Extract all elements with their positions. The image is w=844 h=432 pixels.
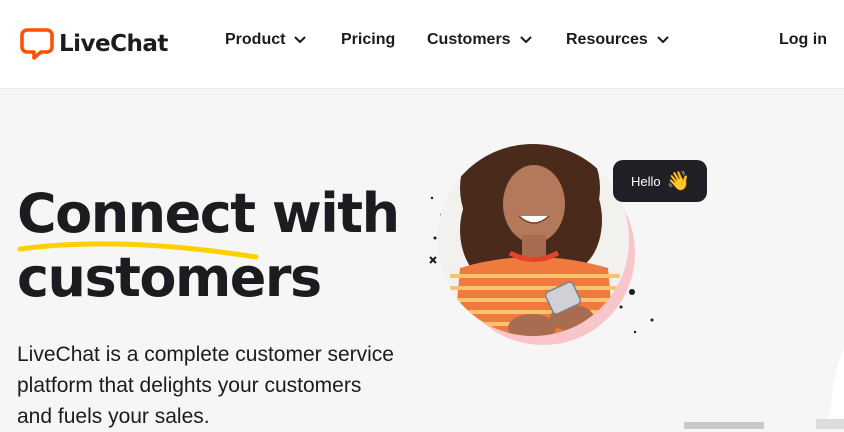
livechat-logo[interactable]: LiveChat bbox=[20, 27, 168, 61]
decorative-shape bbox=[684, 422, 764, 429]
nav-item-customers[interactable]: Customers bbox=[427, 31, 532, 49]
woman-photo bbox=[437, 144, 629, 336]
hello-chat-bubble: Hello 👋 bbox=[613, 160, 707, 202]
hero-heading: Connect with customers bbox=[17, 182, 400, 310]
chevron-down-icon bbox=[520, 36, 532, 43]
nav-item-label: Customers bbox=[427, 31, 511, 48]
chat-bubble-logo-icon bbox=[20, 28, 54, 60]
chevron-down-icon bbox=[294, 36, 306, 43]
decorative-shape bbox=[816, 419, 844, 429]
login-link[interactable]: Log in bbox=[779, 31, 827, 49]
top-navigation-bar: LiveChat Product Pricing Customers Resou… bbox=[0, 0, 844, 89]
nav-item-resources[interactable]: Resources bbox=[566, 31, 669, 49]
brand-name: LiveChat bbox=[59, 31, 168, 57]
heading-word-connect: Connect bbox=[17, 182, 256, 245]
nav-item-label: Product bbox=[225, 31, 286, 48]
nav-item-pricing[interactable]: Pricing bbox=[341, 31, 395, 49]
hero-description: LiveChat is a complete customer service … bbox=[17, 343, 394, 428]
nav-item-label: Resources bbox=[566, 31, 648, 48]
hero-illustration bbox=[429, 144, 844, 429]
heading-line-customers: customers bbox=[17, 246, 322, 309]
chat-bubble-text: Hello bbox=[631, 173, 661, 189]
waving-hand-icon: 👋 bbox=[666, 170, 691, 192]
heading-word-with: with bbox=[271, 182, 400, 245]
nav-item-label: Pricing bbox=[341, 31, 396, 48]
nav-item-product[interactable]: Product bbox=[225, 31, 306, 49]
chevron-down-icon bbox=[657, 36, 669, 43]
decorative-shape bbox=[828, 348, 844, 429]
